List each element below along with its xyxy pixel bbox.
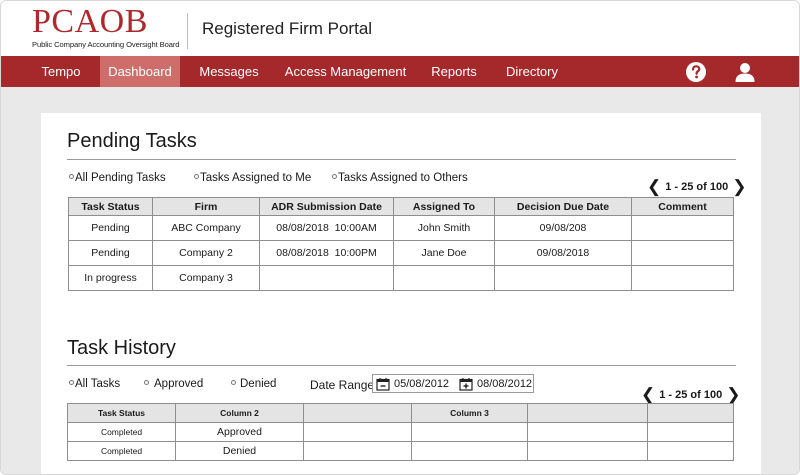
header: PCAOB Public Company Accounting Oversigh…: [1, 1, 799, 56]
column-header[interactable]: ADR Submission Date: [259, 197, 394, 216]
chevron-left-icon[interactable]: ❮: [641, 385, 655, 405]
radio-tasks-assigned-to-me[interactable]: Tasks Assigned to Me: [194, 172, 311, 184]
table-cell: [411, 441, 528, 461]
radio-denied[interactable]: Denied: [231, 378, 276, 390]
pager-text: 1 - 25 of 100: [659, 389, 723, 401]
cell-comment: [631, 215, 734, 241]
status-approved: Approved: [175, 422, 304, 442]
logo-subtitle: Public Company Accounting Oversight Boar…: [32, 40, 180, 49]
chevron-left-icon[interactable]: ❮: [647, 177, 661, 197]
table-header-row: Task Status Column 2 Column 3: [67, 403, 734, 423]
history-divider: [67, 365, 736, 366]
nav-tab-tempo[interactable]: Tempo: [28, 56, 94, 87]
radio-dot: [69, 380, 74, 385]
column-header[interactable]: [647, 403, 734, 423]
main-nav: Tempo Dashboard Messages Access Manageme…: [1, 56, 799, 87]
pending-divider: [67, 159, 736, 160]
radio-dot: [144, 380, 149, 385]
pager-text: 1 - 25 of 100: [665, 181, 729, 193]
nav-tab-reports[interactable]: Reports: [421, 56, 487, 87]
column-header[interactable]: [303, 403, 412, 423]
radio-all-pending-tasks[interactable]: All Pending Tasks: [69, 172, 166, 184]
cell-firm: Company 3: [152, 265, 260, 291]
radio-dot: [332, 174, 337, 179]
calendar-plus-icon[interactable]: [459, 377, 473, 391]
nav-tab-messages[interactable]: Messages: [188, 56, 270, 87]
cell-firm: Company 2: [152, 240, 260, 266]
cell-adr-date: 08/08/2018 10:00AM: [259, 215, 394, 241]
nav-tab-access-management[interactable]: Access Management: [279, 56, 412, 87]
date-range-picker: 05/08/2012 08/08/2012: [372, 374, 534, 393]
date-to-value: 08/08/2012: [477, 378, 533, 390]
task-history-title: Task History: [67, 337, 176, 359]
radio-approved[interactable]: Approved: [144, 378, 203, 390]
column-header[interactable]: Decision Due Date: [494, 197, 632, 216]
column-header[interactable]: Column 2: [175, 403, 304, 423]
cell-due-date: [494, 265, 632, 291]
cell-task-status: Pending: [68, 215, 153, 241]
column-header[interactable]: Column 3: [411, 403, 528, 423]
table-row[interactable]: In progress Company 3: [68, 265, 734, 291]
calendar-minus-icon[interactable]: [376, 377, 390, 391]
cell-adr-date: [259, 265, 394, 291]
browser-frame: PCAOB Public Company Accounting Oversigh…: [0, 0, 800, 475]
table-header-row: Task Status Firm ADR Submission Date Ass…: [68, 197, 734, 216]
nav-tab-directory[interactable]: Directory: [496, 56, 568, 87]
history-pager: ❮ 1 - 25 of 100 ❯: [641, 385, 740, 405]
cell-assigned-to: Jane Doe: [393, 240, 495, 266]
help-circle-icon[interactable]: [685, 61, 707, 83]
cell-firm: ABC Company: [152, 215, 260, 241]
header-divider: [187, 13, 188, 49]
cell-task-status: Pending: [68, 240, 153, 266]
chevron-right-icon[interactable]: ❯: [732, 177, 746, 197]
radio-dot: [231, 380, 236, 385]
cell-comment: [631, 265, 734, 291]
cell-task-status: In progress: [68, 265, 153, 291]
pending-tasks-table: Task Status Firm ADR Submission Date Ass…: [68, 197, 734, 291]
task-history-table: Task Status Column 2 Column 3 Completed …: [67, 403, 734, 461]
status-denied: Denied: [175, 441, 304, 461]
column-header[interactable]: Task Status: [68, 197, 153, 216]
cell-comment: [631, 240, 734, 266]
radio-dot: [194, 174, 199, 179]
chevron-right-icon[interactable]: ❯: [726, 385, 740, 405]
date-from-field[interactable]: 05/08/2012: [376, 376, 449, 392]
column-header[interactable]: Firm: [152, 197, 260, 216]
cell-due-date: 09/08/208: [494, 215, 632, 241]
user-icon[interactable]: [734, 61, 756, 83]
radio-tasks-assigned-to-others[interactable]: Tasks Assigned to Others: [332, 172, 468, 184]
table-cell: [647, 422, 734, 442]
portal-title: Registered Firm Portal: [202, 19, 373, 38]
pcaob-logo[interactable]: PCAOB Public Company Accounting Oversigh…: [32, 3, 180, 50]
column-header[interactable]: [527, 403, 648, 423]
cell-assigned-to: [393, 265, 495, 291]
date-to-field[interactable]: 08/08/2012: [459, 376, 532, 392]
column-header[interactable]: Assigned To: [393, 197, 495, 216]
pending-tasks-title: Pending Tasks: [67, 130, 197, 152]
table-cell: [411, 422, 528, 442]
cell-adr-date: 08/08/2018 10:00PM: [259, 240, 394, 266]
table-row[interactable]: Completed Approved: [67, 422, 734, 442]
date-range-label: Date Range: [310, 378, 375, 392]
logo-wordmark: PCAOB: [32, 3, 148, 40]
pending-pager: ❮ 1 - 25 of 100 ❯: [647, 177, 746, 197]
cell-task-status: Completed: [67, 422, 176, 442]
table-cell: [527, 441, 648, 461]
radio-dot: [69, 174, 74, 179]
cell-due-date: 09/08/2018: [494, 240, 632, 266]
table-row[interactable]: Pending Company 2 08/08/2018 10:00PM Jan…: [68, 240, 734, 266]
table-row[interactable]: Pending ABC Company 08/08/2018 10:00AM J…: [68, 215, 734, 241]
column-header[interactable]: Task Status: [67, 403, 176, 423]
table-cell: [527, 422, 648, 442]
table-cell: [647, 441, 734, 461]
table-row[interactable]: Completed Denied: [67, 441, 734, 461]
radio-all-tasks[interactable]: All Tasks: [69, 378, 120, 390]
cell-task-status: Completed: [67, 441, 176, 461]
table-cell: [303, 441, 412, 461]
cell-assigned-to: John Smith: [393, 215, 495, 241]
column-header[interactable]: Comment: [631, 197, 734, 216]
table-cell: [303, 422, 412, 442]
nav-tab-dashboard[interactable]: Dashboard: [100, 56, 180, 87]
date-from-value: 05/08/2012: [394, 378, 450, 390]
